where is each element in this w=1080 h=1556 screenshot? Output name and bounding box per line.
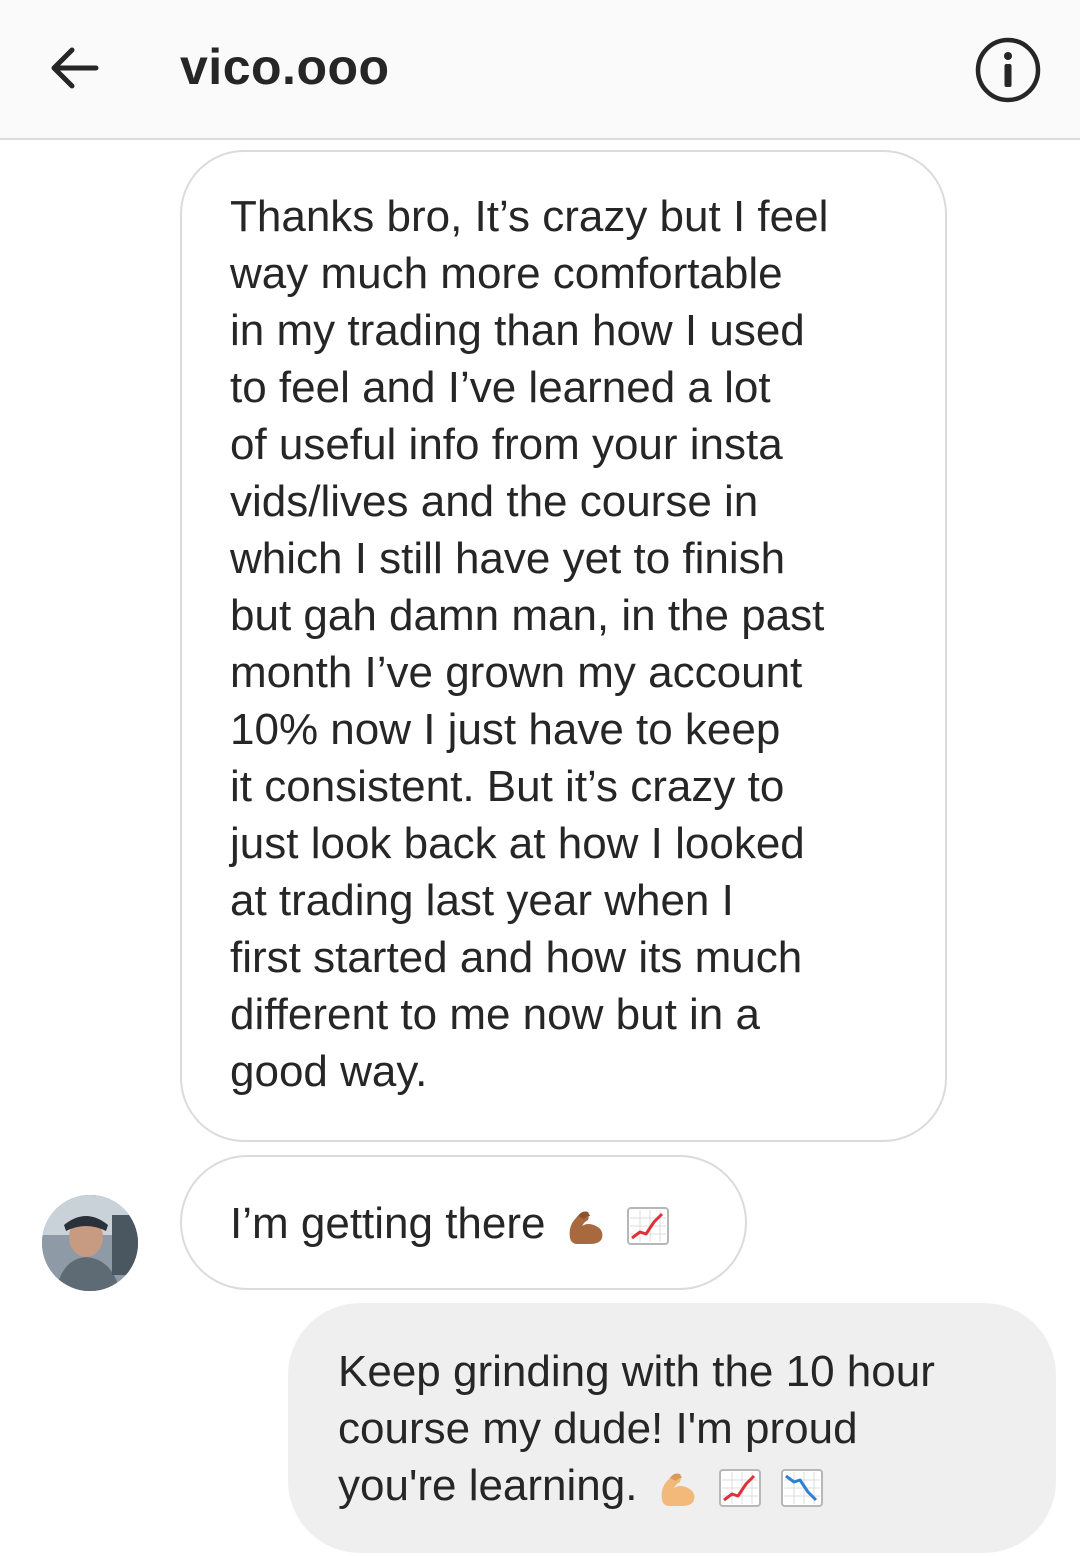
profile-photo <box>42 1195 138 1291</box>
message-line: different to me now but in a <box>230 990 760 1039</box>
message-line: of useful info from your insta <box>230 420 783 469</box>
message-bubble-incoming[interactable]: I’m getting there <box>180 1155 747 1290</box>
back-arrow-icon <box>51 47 99 89</box>
message-line: month I’ve grown my account <box>230 648 803 697</box>
message-line-with-emojis: you're learning. <box>338 1457 1016 1514</box>
chart-increasing-icon <box>626 1207 669 1246</box>
message-line: just look back at how I looked <box>230 819 805 868</box>
back-button[interactable] <box>36 30 112 106</box>
message-line: in my trading than how I used <box>230 306 805 355</box>
message-line: but gah damn man, in the past <box>230 591 825 640</box>
message-line: Keep grinding with the 10 hour <box>338 1347 935 1396</box>
info-button[interactable] <box>972 34 1044 106</box>
chart-increasing-icon <box>718 1469 761 1508</box>
conversation-title[interactable]: vico.ooo <box>180 38 390 96</box>
flexed-biceps-icon <box>569 1211 603 1245</box>
message-line: course my dude! I'm proud <box>338 1404 858 1453</box>
message-line: at trading last year when I <box>230 876 734 925</box>
message-bubble-outgoing[interactable]: Keep grinding with the 10 hour course my… <box>288 1303 1056 1553</box>
flexed-biceps-icon <box>661 1473 695 1507</box>
info-icon <box>975 37 1041 103</box>
conversation-header: vico.ooo <box>0 0 1080 140</box>
message-line: 10% now I just have to keep <box>230 705 781 754</box>
message-line: first started and how its much <box>230 933 803 982</box>
message-line: vids/lives and the course in <box>230 477 759 526</box>
message-line: good way. <box>230 1047 428 1096</box>
message-line: Thanks bro, It’s crazy but I feel <box>230 192 829 241</box>
message-text: I’m getting there <box>230 1199 546 1248</box>
message-line: it consistent. But it’s crazy to <box>230 762 785 811</box>
message-bubble-incoming[interactable]: Thanks bro, It’s crazy but I feel way mu… <box>180 150 947 1142</box>
message-line: to feel and I’ve learned a lot <box>230 363 771 412</box>
chart-decreasing-icon <box>781 1469 824 1508</box>
message-line: you're learning. <box>338 1461 638 1510</box>
message-line: which I still have yet to finish <box>230 534 786 583</box>
message-line: way much more comfortable <box>230 249 783 298</box>
avatar[interactable] <box>42 1195 138 1291</box>
